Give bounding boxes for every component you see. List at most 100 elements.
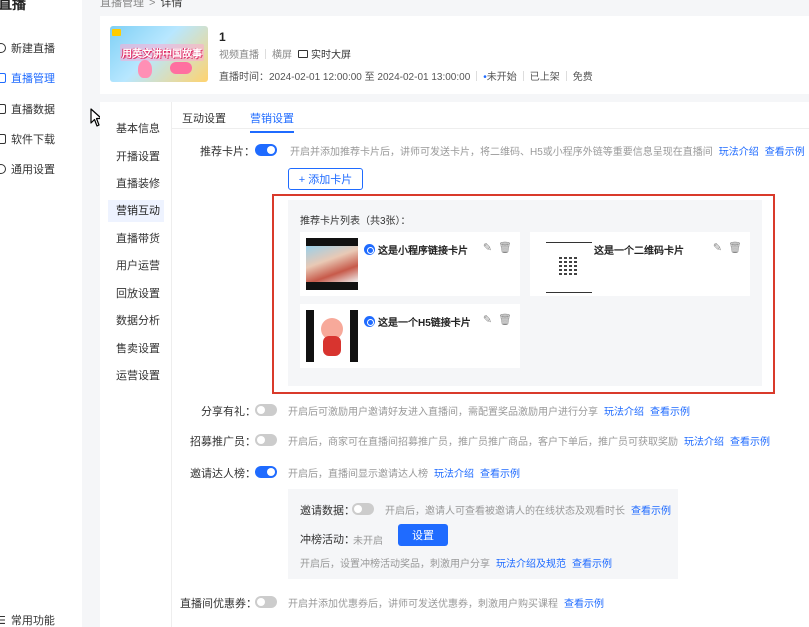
rec-card-rules-link[interactable]: 玩法介绍 — [719, 147, 759, 158]
invite-data-toggle[interactable] — [352, 503, 374, 515]
divider — [565, 70, 567, 81]
coupon-desc: 开启并添加优惠券后，讲师可发送优惠券，刺激用户购买课程 查看示例 — [288, 595, 604, 610]
cover-tag — [112, 29, 121, 36]
live-time-value: 2024-02-01 12:00:00 至 2024-02-01 13:00:0… — [269, 72, 471, 83]
nav-item-label: 直播管理 — [11, 73, 55, 85]
share-rules-link[interactable]: 玩法介绍 — [604, 407, 644, 418]
left-nav: 直播 新建直播 直播管理 直播数据 软件下载 通用设置 ☰ 常用功能 — [0, 0, 82, 627]
live-meta: 视频直播 横屏 实时大屏 — [219, 46, 351, 61]
realtime-screen-link[interactable]: 实时大屏 — [298, 46, 351, 61]
invite-data-example-link[interactable]: 查看示例 — [631, 506, 671, 517]
nav-common-functions[interactable]: ☰ 常用功能 — [0, 612, 55, 627]
rush-rules-link[interactable]: 玩法介绍及规范 — [496, 559, 566, 570]
invite-rank-label: 邀请达人榜： — [190, 468, 256, 480]
live-header-card: 用英文讲中国故事 1 视频直播 横屏 实时大屏 直播时间：2024-02-01 … — [100, 16, 809, 94]
rush-label: 冲榜活动： — [300, 534, 355, 546]
download-icon — [0, 134, 6, 144]
monitor-icon — [298, 49, 308, 58]
live-status: 未开始 — [486, 72, 517, 83]
nav-brand: 直播 — [0, 0, 26, 12]
live-orientation: 横屏 — [272, 50, 292, 61]
subnav-analytics[interactable]: 数据分析 — [108, 310, 164, 332]
rush-example-link[interactable]: 查看示例 — [572, 559, 612, 570]
realtime-screen-label: 实时大屏 — [311, 50, 351, 61]
divider — [522, 70, 524, 81]
nav-item-live-data[interactable]: 直播数据 — [0, 99, 55, 119]
rec-card-desc-text: 开启并添加推荐卡片后，讲师可发送卡片，将二维码、H5或小程序外链等重要信息呈现在… — [290, 147, 713, 158]
live-cover-image: 用英文讲中国故事 — [110, 26, 208, 82]
subnav-marketing[interactable]: 营销互动 — [108, 200, 164, 222]
highlight-box — [272, 194, 775, 394]
invite-rank-toggle[interactable] — [255, 466, 277, 478]
subnav-operations[interactable]: 运营设置 — [108, 365, 164, 387]
nav-item-label: 直播数据 — [11, 104, 55, 116]
rec-card-example-link[interactable]: 查看示例 — [765, 147, 805, 158]
cover-text: 用英文讲中国故事 — [120, 44, 204, 61]
invite-rank-subpanel: 邀请数据： 开启后，邀请人可查看被邀请人的在线状态及观看时长 查看示例 冲榜活动：… — [288, 489, 678, 579]
subnav-replay[interactable]: 回放设置 — [108, 283, 164, 305]
cover-figure — [170, 62, 192, 74]
subnav-basic-info[interactable]: 基本信息 — [108, 118, 164, 140]
settings-icon — [0, 164, 6, 174]
share-label: 分享有礼： — [201, 406, 256, 418]
invite-data-desc: 开启后，邀请人可查看被邀请人的在线状态及观看时长 查看示例 — [385, 502, 671, 517]
invite-rank-rules-link[interactable]: 玩法介绍 — [434, 469, 474, 480]
divider — [172, 128, 809, 129]
rush-desc: 开启后，设置冲榜活动奖品，刺激用户分享 玩法介绍及规范 查看示例 — [300, 555, 612, 570]
subnav-decoration[interactable]: 直播装修 — [108, 173, 164, 195]
share-toggle[interactable] — [255, 404, 277, 416]
invite-data-desc-text: 开启后，邀请人可查看被邀请人的在线状态及观看时长 — [385, 506, 625, 517]
subnav-sales[interactable]: 售卖设置 — [108, 338, 164, 360]
live-time-row: 直播时间：2024-02-01 12:00:00 至 2024-02-01 13… — [219, 68, 593, 83]
rush-settings-button[interactable]: 设置 — [398, 524, 448, 546]
tab-bar: 互动设置 营销设置 — [182, 110, 294, 133]
nav-item-new-live[interactable]: 新建直播 — [0, 38, 55, 58]
promoter-toggle[interactable] — [255, 434, 277, 446]
coupon-example-link[interactable]: 查看示例 — [564, 599, 604, 610]
main-panel: 基本信息 开播设置 直播装修 营销互动 直播带货 用户运营 回放设置 数据分析 … — [100, 102, 809, 627]
list-icon — [0, 73, 6, 83]
cover-figure — [138, 60, 152, 78]
nav-item-label: 软件下载 — [11, 134, 55, 146]
promoter-rules-link[interactable]: 玩法介绍 — [684, 437, 724, 448]
rush-desc-text: 开启后，设置冲榜活动奖品，刺激用户分享 — [300, 559, 490, 570]
invite-rank-example-link[interactable]: 查看示例 — [480, 469, 520, 480]
coupon-desc-text: 开启并添加优惠券后，讲师可发送优惠券，刺激用户购买课程 — [288, 599, 558, 610]
invite-rank-desc-text: 开启后，直播间显示邀请达人榜 — [288, 469, 428, 480]
coupon-toggle[interactable] — [255, 596, 277, 608]
nav-item-label: 新建直播 — [11, 43, 55, 55]
tab-marketing[interactable]: 营销设置 — [250, 110, 294, 133]
add-card-button[interactable]: + 添加卡片 — [288, 168, 363, 190]
divider — [476, 70, 478, 81]
rec-card-desc: 开启并添加推荐卡片后，讲师可发送卡片，将二维码、H5或小程序外链等重要信息呈现在… — [290, 143, 805, 158]
subnav-live-commerce[interactable]: 直播带货 — [108, 228, 164, 250]
share-example-link[interactable]: 查看示例 — [650, 407, 690, 418]
rec-card-label: 推荐卡片： — [200, 146, 255, 158]
chart-icon — [0, 104, 6, 114]
breadcrumb-separator: > — [149, 0, 156, 9]
share-desc-text: 开启后可激励用户邀请好友进入直播间，需配置奖品激励用户进行分享 — [288, 407, 598, 418]
invite-data-label: 邀请数据： — [300, 505, 355, 517]
invite-rank-desc: 开启后，直播间显示邀请达人榜 玩法介绍 查看示例 — [288, 465, 520, 480]
nav-bottom-label: 常用功能 — [10, 615, 55, 627]
subnav-user-ops[interactable]: 用户运营 — [108, 255, 164, 277]
breadcrumb: 直播管理 > 详情 — [100, 0, 182, 10]
promoter-desc-text: 开启后，商家可在直播间招募推广员，推广员推广商品，客户下单后，推广员可获取奖励 — [288, 437, 678, 448]
nav-item-label: 通用设置 — [11, 164, 55, 176]
live-type: 视频直播 — [219, 50, 259, 61]
live-title: 1 — [219, 30, 226, 44]
divider — [171, 102, 172, 627]
gear-icon — [0, 43, 6, 53]
nav-item-download[interactable]: 软件下载 — [0, 129, 55, 149]
nav-item-live-manage[interactable]: 直播管理 — [0, 68, 55, 88]
promoter-example-link[interactable]: 查看示例 — [730, 437, 770, 448]
tab-interaction[interactable]: 互动设置 — [182, 110, 226, 133]
menu-icon: ☰ — [0, 614, 6, 627]
breadcrumb-current: 详情 — [160, 0, 183, 9]
subnav-start-settings[interactable]: 开播设置 — [108, 146, 164, 168]
promoter-desc: 开启后，商家可在直播间招募推广员，推广员推广商品，客户下单后，推广员可获取奖励玩… — [288, 433, 770, 448]
rec-card-toggle[interactable] — [255, 144, 277, 156]
promoter-label: 招募推广员： — [190, 436, 256, 448]
breadcrumb-parent[interactable]: 直播管理 — [100, 0, 144, 9]
nav-item-settings[interactable]: 通用设置 — [0, 159, 55, 179]
